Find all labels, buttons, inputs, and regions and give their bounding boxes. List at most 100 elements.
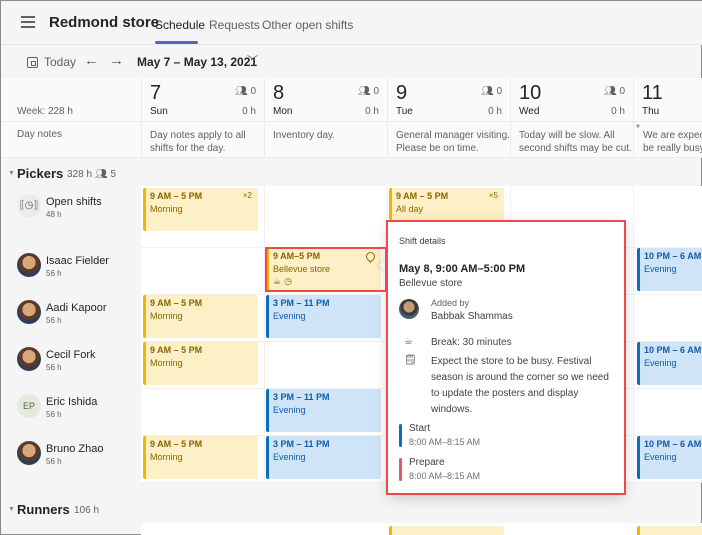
- group-hours: 328 h: [67, 169, 93, 180]
- shift-aadi-sun[interactable]: 9 AM – 5 PM Morning: [143, 295, 258, 338]
- shift-time: 9 AM – 5 PM: [396, 191, 449, 201]
- shift-details-popup: Shift details May 8, 9:00 AM–5:00 PM Bel…: [388, 221, 624, 494]
- day-notes-label: Day notes: [17, 129, 63, 140]
- member-bruno-zhao[interactable]: Bruno Zhao 56 h: [1, 431, 141, 478]
- group-name: Pickers: [17, 166, 64, 181]
- shift-aadi-mon[interactable]: 3 PM – 11 PM Evening: [266, 295, 381, 338]
- avatar: EP: [17, 394, 41, 418]
- day-number: 9: [396, 82, 408, 104]
- day-header-row: Week: 228 h 7 Sun 👥︎ 0 0 h 8 Mon 👥︎ 0 0 …: [1, 78, 702, 122]
- shift-label: Morning: [150, 204, 183, 214]
- note-line: Inventory day.: [273, 130, 336, 141]
- member-cecil-fork[interactable]: Cecil Fork 56 h: [1, 337, 141, 384]
- today-button[interactable]: Today: [27, 55, 76, 69]
- member-hours: 48 h: [46, 210, 62, 219]
- member-name: Eric Ishida: [46, 396, 98, 408]
- note-line: Today will be slow. All: [519, 130, 615, 141]
- added-by-label: Added by: [431, 298, 470, 308]
- day-name: Mon: [273, 106, 293, 117]
- member-hours: 56 h: [46, 363, 62, 372]
- popup-title: Shift details: [399, 236, 446, 246]
- today-label: Today: [44, 55, 77, 69]
- member-hours: 56 h: [46, 316, 62, 325]
- day-header-tue: 9 Tue 👥︎ 0 0 h: [387, 78, 510, 122]
- chevron-down-icon[interactable]: ﹀: [247, 52, 258, 68]
- shift-open-sun[interactable]: 9 AM – 5 PM Morning ×2: [143, 188, 258, 231]
- day-note-thu[interactable]: *We are expecting be really busy.: [633, 122, 702, 158]
- arrow-left-icon[interactable]: ←: [84, 52, 99, 69]
- day-header-mon: 8 Mon 👥︎ 0 0 h: [264, 78, 387, 122]
- tab-requests[interactable]: Requests: [209, 18, 260, 32]
- menu-icon[interactable]: [21, 16, 35, 28]
- shift-bruno-mon[interactable]: 3 PM – 11 PM Evening: [266, 436, 381, 479]
- shift-label: Morning: [150, 358, 183, 368]
- tab-schedule[interactable]: Schedule: [155, 18, 205, 32]
- member-name: Aadi Kapoor: [46, 302, 107, 314]
- shift-isaac-mon[interactable]: 9 AM–5 PM Bellevue store ☕︎ ◷: [266, 248, 381, 291]
- popup-date: May 8, 9:00 AM–5:00 PM: [399, 263, 526, 275]
- active-tab-indicator: [155, 41, 198, 44]
- shift-isaac-thu[interactable]: 10 PM – 6 AM Evening: [637, 248, 702, 291]
- collapse-triangle-icon[interactable]: ▼: [8, 170, 15, 177]
- asterisk-icon: *: [636, 123, 640, 134]
- shift-cecil-thu[interactable]: 10 PM – 6 AM Evening: [637, 342, 702, 385]
- shift-runner-thu[interactable]: [637, 526, 702, 535]
- member-hours: 56 h: [46, 269, 62, 278]
- shift-eric-mon[interactable]: 3 PM – 11 PM Evening: [266, 389, 381, 432]
- shift-label: Evening: [273, 311, 306, 321]
- note-icon: 🗒︎: [404, 355, 417, 366]
- day-name: Wed: [519, 106, 540, 117]
- shift-runner-tue[interactable]: [389, 526, 504, 535]
- avatar: [17, 347, 41, 371]
- member-name: Open shifts: [46, 196, 102, 208]
- column-divider: [633, 186, 634, 483]
- popup-location: Bellevue store: [399, 278, 463, 289]
- activity-prepare: Prepare 8:00 AM–8:15 AM: [399, 457, 599, 483]
- calendar-icon: [27, 56, 38, 68]
- day-name: Sun: [150, 106, 168, 117]
- shift-time: 10 PM – 6 AM: [644, 251, 702, 261]
- shift-time: 9 AM – 5 PM: [150, 191, 203, 201]
- shift-label: Evening: [273, 405, 306, 415]
- group-header-runners[interactable]: ▼ Runners 106 h: [1, 496, 702, 524]
- shift-open-tue[interactable]: 9 AM – 5 PM All day ×5: [389, 188, 504, 220]
- date-range-picker[interactable]: May 7 – May 13, 2021: [137, 55, 257, 69]
- arrow-right-icon[interactable]: →: [109, 52, 124, 69]
- popup-note: Expect the store to be busy. Festival se…: [431, 356, 609, 415]
- shift-time: 9 AM – 5 PM: [150, 298, 203, 308]
- member-eric-ishida[interactable]: EP Eric Ishida 56 h: [1, 384, 141, 431]
- note-line: Day notes apply to all: [150, 130, 246, 141]
- day-number: 11: [642, 82, 663, 104]
- day-note-tue[interactable]: General manager visiting. Please be on ti…: [387, 122, 510, 158]
- avatar: [17, 300, 41, 324]
- shift-time: 10 PM – 6 AM: [644, 345, 702, 355]
- day-note-wed[interactable]: Today will be slow. All second shifts may…: [510, 122, 633, 158]
- day-hours: 0 h: [488, 106, 502, 117]
- member-aadi-kapoor[interactable]: Aadi Kapoor 56 h: [1, 290, 141, 337]
- shift-time: 9 AM – 5 PM: [150, 345, 203, 355]
- shift-label: Morning: [150, 452, 183, 462]
- activity-name: Start: [409, 423, 431, 434]
- shift-time: 10 PM – 6 AM: [644, 439, 702, 449]
- day-header-thu: 11 Thu: [633, 78, 702, 122]
- shift-bruno-thu[interactable]: 10 PM – 6 AM Evening: [637, 436, 702, 479]
- collapse-triangle-icon[interactable]: ▼: [8, 506, 15, 513]
- member-isaac-fielder[interactable]: Isaac Fielder 56 h: [1, 243, 141, 290]
- day-hours: 0 h: [611, 106, 625, 117]
- shift-cecil-sun[interactable]: 9 AM – 5 PM Morning: [143, 342, 258, 385]
- day-note-sun[interactable]: Day notes apply to all shifts for the day…: [141, 122, 264, 158]
- app-header: Redmond store Schedule Requests Other op…: [1, 1, 702, 45]
- people-icon: 👥︎: [357, 86, 374, 97]
- activity-color-bar: [399, 458, 402, 481]
- member-open-shifts[interactable]: ⟦◷⟧ Open shifts 48 h: [1, 184, 141, 231]
- member-name: Cecil Fork: [46, 349, 96, 361]
- day-note-mon[interactable]: Inventory day.: [264, 122, 387, 158]
- people-icon: 👥︎: [603, 86, 620, 97]
- shift-label: All day: [396, 204, 424, 214]
- break-cup-icon: ☕︎: [404, 336, 413, 347]
- day-hours: 0 h: [242, 106, 256, 117]
- day-number: 7: [150, 82, 162, 104]
- tab-other-open-shifts[interactable]: Other open shifts: [262, 18, 353, 32]
- shift-bruno-sun[interactable]: 9 AM – 5 PM Morning: [143, 436, 258, 479]
- open-shifts-icon: ⟦◷⟧: [17, 194, 41, 218]
